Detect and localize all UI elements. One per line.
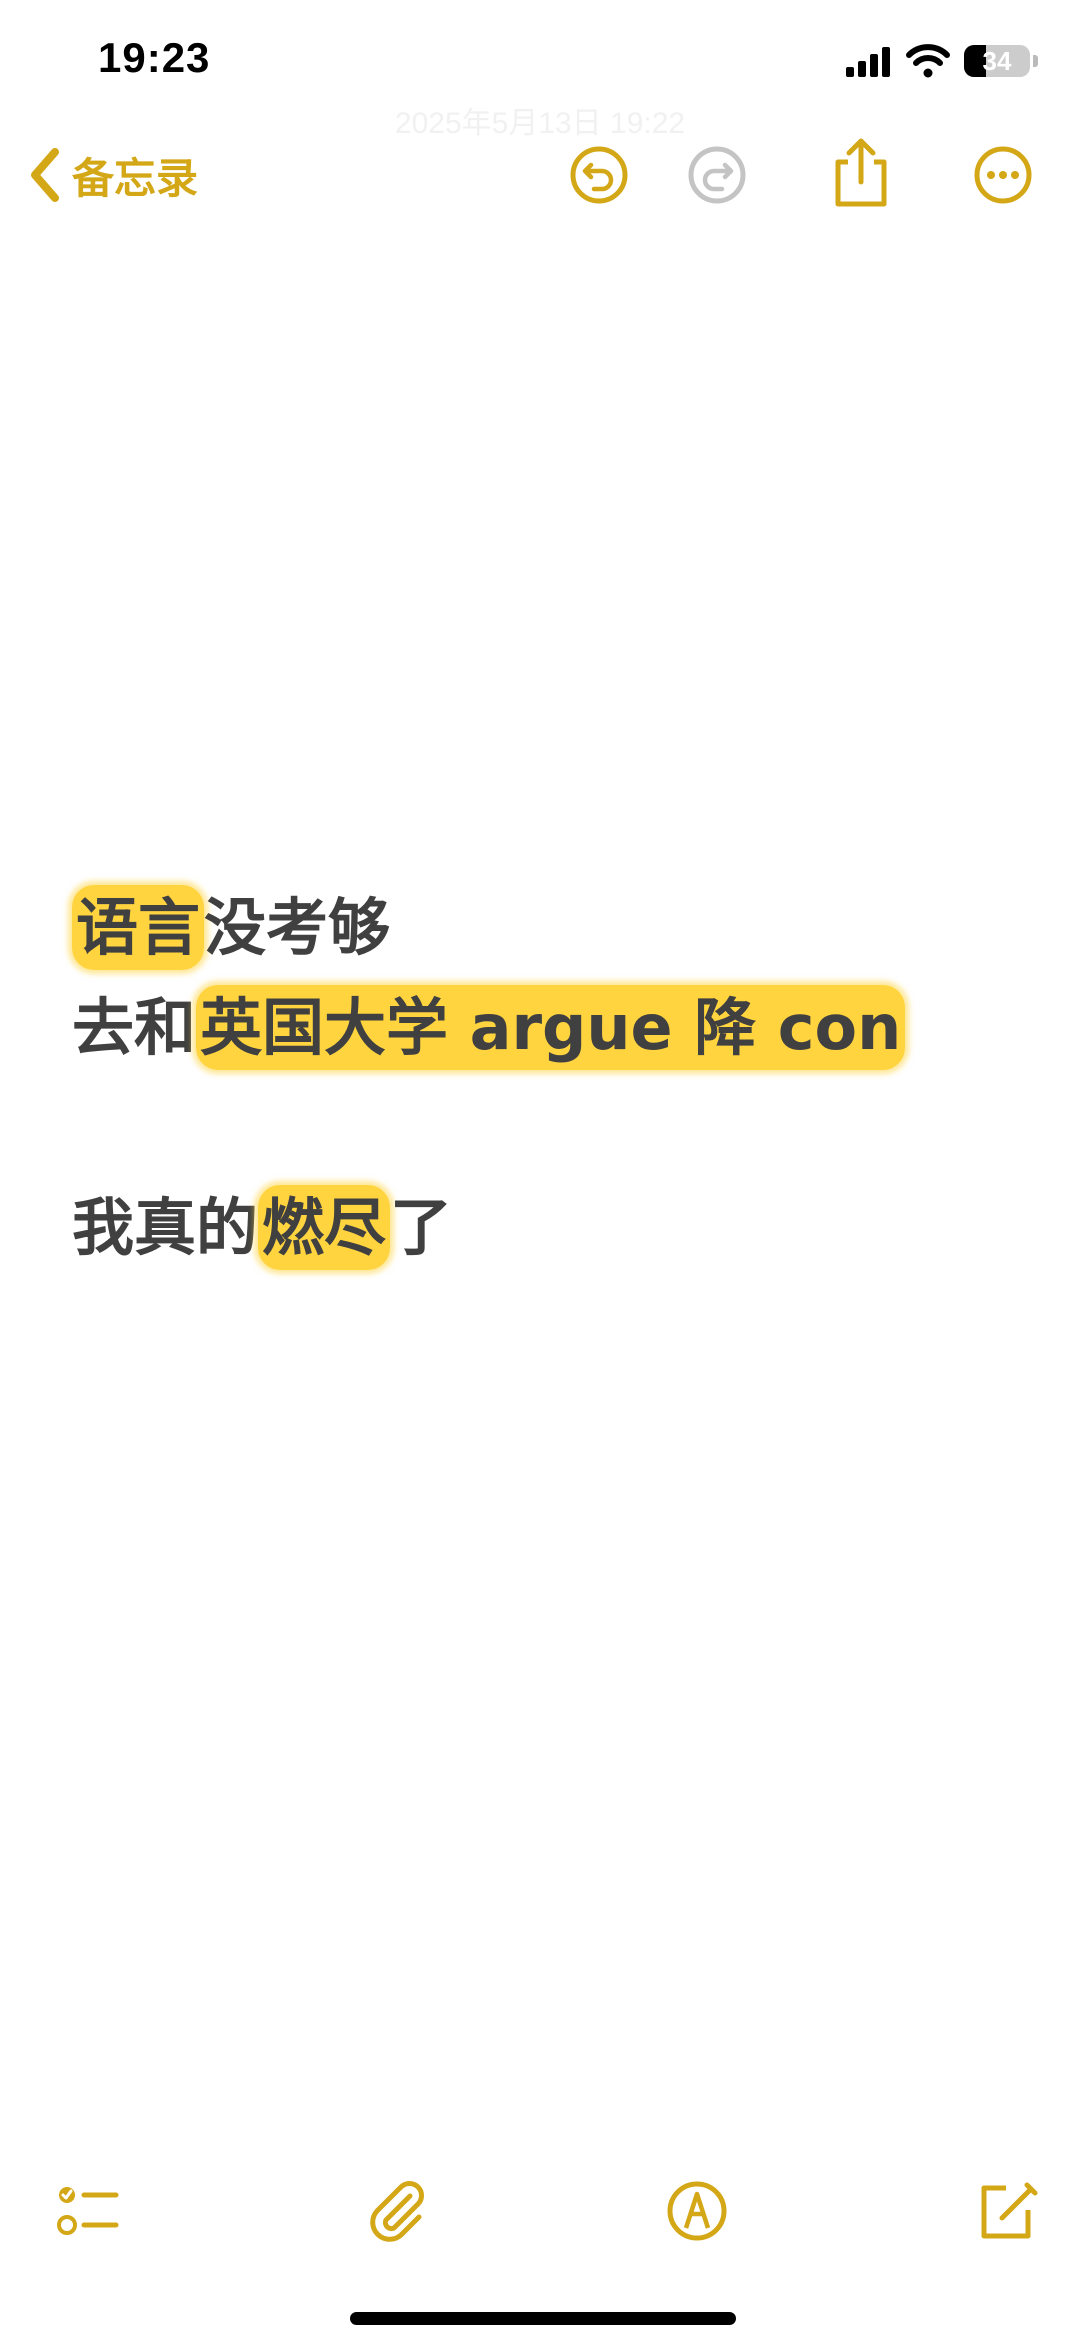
note-text: 了 [390,1191,453,1264]
cellular-signal-icon [846,47,890,77]
highlighted-text: 语言 [72,885,205,970]
redo-icon[interactable] [684,142,750,208]
undo-icon[interactable] [566,142,632,208]
checklist-icon[interactable] [54,2178,120,2244]
chevron-left-icon [31,148,59,202]
compose-icon[interactable] [972,2178,1038,2244]
markup-pen-icon[interactable] [664,2178,730,2244]
note-date: 2025年5月13日 19:22 [394,107,686,140]
back-button-label: 备忘录 [72,154,199,202]
battery-icon: 34 [964,45,1030,77]
highlighted-text: 燃尽 [258,1185,391,1270]
home-indicator[interactable] [350,2312,736,2325]
paperclip-icon[interactable] [364,2178,430,2244]
highlighted-text: 英国大学 argue 降 con [196,985,906,1070]
note-body[interactable]: 语言没考够 去和英国大学 argue 降 con 我真的燃尽了 [72,878,1040,1278]
note-line: 语言没考够 [72,878,1040,978]
battery-percent: 34 [982,45,1012,76]
back-button[interactable]: 备忘录 [28,144,198,206]
battery-nub [1033,55,1038,67]
note-line: 去和英国大学 argue 降 con [72,978,1040,1078]
note-line: 我真的燃尽了 [72,1178,1040,1278]
note-text: 去和 [72,991,197,1064]
status-time: 19:23 [98,34,211,81]
share-icon[interactable] [826,136,896,210]
status-indicators: 34 [844,42,1038,80]
note-text: 我真的 [72,1191,259,1264]
wifi-icon [906,44,950,78]
ellipsis-icon[interactable] [970,142,1036,208]
note-text: 没考够 [204,891,391,964]
